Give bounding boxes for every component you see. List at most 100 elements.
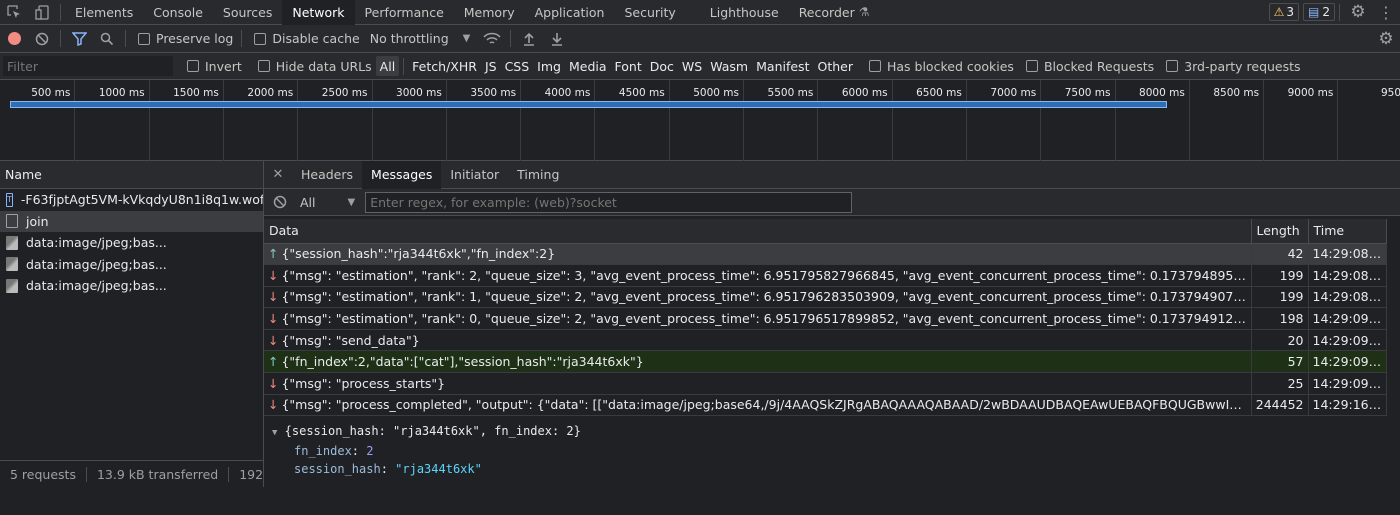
clear-messages-icon[interactable] — [266, 188, 294, 216]
device-toolbar-icon[interactable] — [28, 0, 56, 25]
tab-memory[interactable]: Memory — [454, 0, 525, 25]
message-data-cell: ↑ {"session_hash":"rja344t6xk","fn_index"… — [264, 243, 1252, 266]
more-options-icon[interactable]: ⋮ — [1372, 0, 1400, 25]
divider — [60, 3, 61, 21]
message-type-select[interactable]: All ▼ — [300, 195, 355, 210]
messages-badge[interactable]: ▤ 2 — [1303, 3, 1335, 21]
close-icon[interactable]: ✕ — [264, 161, 292, 189]
tab-recorder[interactable]: Recorder — [789, 0, 865, 25]
filter-icon[interactable] — [65, 25, 93, 53]
timeline-request-bar — [10, 101, 1167, 108]
message-row[interactable]: ↓ {"msg": "estimation", "rank": 0, "queue… — [264, 307, 1387, 330]
tab-console[interactable]: Console — [143, 0, 213, 25]
timeline-tick-label: 1500 ms — [173, 87, 219, 99]
type-filter-manifest[interactable]: Manifest — [752, 56, 813, 76]
tab-timing[interactable]: Timing — [508, 161, 568, 189]
filter-input[interactable] — [3, 56, 173, 76]
settings-gear-icon[interactable]: ⚙ — [1344, 0, 1372, 25]
type-filter-media[interactable]: Media — [565, 56, 611, 76]
tab-headers[interactable]: Headers — [292, 161, 362, 189]
preserve-log-checkbox[interactable] — [138, 32, 150, 45]
tab-elements[interactable]: Elements — [65, 0, 143, 25]
has-blocked-cookies-checkbox[interactable] — [868, 60, 881, 72]
type-filter-font[interactable]: Font — [611, 56, 646, 76]
tab-application[interactable]: Application — [525, 0, 615, 25]
name-header-label: Name — [5, 167, 42, 182]
invert-checkbox[interactable] — [187, 60, 199, 72]
type-filter-wasm[interactable]: Wasm — [706, 56, 752, 76]
blocked-requests-checkbox[interactable] — [1025, 60, 1038, 72]
message-row[interactable]: ↓{"msg": "send_data"}2014:29:09.163 — [264, 329, 1387, 352]
type-filter-css[interactable]: CSS — [501, 56, 534, 76]
request-row[interactable]: join — [0, 210, 263, 232]
preview-summary-row[interactable]: ▼ {session_hash: "rja344t6xk", fn_index:… — [272, 422, 1400, 442]
timeline-tick-label: 8500 ms — [1213, 87, 1260, 99]
inspect-element-icon[interactable] — [0, 0, 28, 25]
timeline-tick-label: 5000 ms — [693, 87, 739, 99]
timeline-tick-label: 3500 ms — [470, 87, 517, 99]
request-name: data:image/jpeg;bas... — [26, 235, 167, 251]
search-icon[interactable] — [93, 25, 121, 53]
preview-property: fn_index: 2 — [294, 444, 374, 459]
network-conditions-icon[interactable] — [478, 25, 506, 53]
clear-icon[interactable] — [28, 25, 56, 53]
message-data: {"msg": "estimation", "rank": 2, "queue_… — [281, 267, 1250, 283]
type-filter-all[interactable]: All — [375, 56, 400, 76]
timeline-tick-label: 7500 ms — [1064, 87, 1111, 99]
length-column-header[interactable]: Length — [1251, 219, 1309, 244]
name-column-header[interactable]: Name — [0, 161, 263, 189]
timeline-tick-label: 8000 ms — [1139, 87, 1185, 99]
type-filter-img[interactable]: Img — [533, 56, 565, 76]
tab-performance[interactable]: Performance — [355, 0, 454, 25]
request-row[interactable]: T -F63fjptAgt5VM-kVkqdyU8n1i8q1w.woff2 — [0, 189, 263, 211]
tab-lighthouse[interactable]: Lighthouse — [700, 0, 789, 25]
type-filter-ws[interactable]: WS — [678, 56, 706, 76]
type-filter-doc[interactable]: Doc — [646, 56, 678, 76]
received-arrow-icon: ↓ — [268, 332, 279, 348]
warnings-badge[interactable]: ⚠ 3 — [1268, 3, 1300, 21]
timeline-gridline — [1337, 80, 1339, 161]
data-column-header[interactable]: Data — [264, 219, 1252, 244]
regex-filter-input[interactable] — [365, 191, 853, 213]
image-file-icon — [6, 278, 18, 293]
request-row[interactable]: data:image/jpeg;bas... — [0, 254, 263, 276]
import-har-icon[interactable] — [515, 25, 543, 53]
tab-security[interactable]: Security — [614, 0, 685, 25]
message-row[interactable]: ↑ {"session_hash":"rja344t6xk","fn_index"… — [264, 243, 1387, 266]
export-har-icon[interactable] — [543, 25, 571, 53]
message-length: 20 — [1251, 329, 1309, 352]
timeline-gridline — [1114, 80, 1116, 161]
dropdown-arrow-icon: ▼ — [462, 33, 471, 44]
message-row[interactable]: ↓{"msg": "process_starts"}2514:29:09.206 — [264, 372, 1387, 395]
timeline-gridline — [965, 80, 967, 161]
third-party-checkbox[interactable] — [1166, 60, 1179, 72]
network-timeline-overview[interactable]: 500 ms 1000 ms 1500 ms 2000 ms 2500 ms 3000 m… — [0, 80, 1400, 161]
throttling-select[interactable]: No throttling ▼ — [370, 31, 471, 46]
divider — [125, 30, 126, 47]
time-column-header[interactable]: Time — [1308, 219, 1387, 244]
type-filter-js[interactable]: JS — [481, 56, 501, 76]
sent-arrow-icon: ↑ — [268, 354, 279, 370]
divider — [241, 30, 243, 47]
network-settings-gear-icon[interactable]: ⚙ — [1372, 25, 1400, 53]
type-filter-other[interactable]: Other — [813, 56, 857, 76]
tab-messages[interactable]: Messages — [362, 160, 442, 189]
disable-cache-checkbox[interactable] — [254, 32, 267, 45]
tab-initiator[interactable]: Initiator — [441, 161, 508, 189]
expand-triangle-icon[interactable]: ▼ — [272, 428, 277, 438]
record-icon[interactable] — [0, 25, 28, 53]
timeline-tick-label: 500 ms — [31, 87, 71, 99]
request-row[interactable]: data:image/jpeg;bas... — [0, 275, 263, 297]
request-row[interactable]: data:image/jpeg;bas... — [0, 232, 263, 254]
message-row[interactable]: ↓ {"msg": "estimation", "rank": 2, "queue… — [264, 264, 1387, 287]
has-blocked-cookies-label: Has blocked cookies — [886, 58, 1014, 74]
message-row[interactable]: ↑ {"fn_index":2,"data":["cat"],"session_h… — [264, 350, 1387, 374]
message-data: {"session_hash":"rja344t6xk","fn_index":… — [281, 246, 556, 262]
message-time: 14:29:09.062 — [1308, 307, 1387, 330]
message-row[interactable]: ↓ {"msg": "estimation", "rank": 1, "queue… — [264, 286, 1387, 309]
tab-network[interactable]: Network — [282, 0, 355, 25]
tab-sources[interactable]: Sources — [213, 0, 282, 25]
hide-data-urls-checkbox[interactable] — [257, 60, 270, 72]
message-row[interactable]: ↓ {"msg": "process_completed", "output": … — [264, 394, 1387, 417]
type-filter-fetch-xhr[interactable]: Fetch/XHR — [408, 56, 481, 76]
